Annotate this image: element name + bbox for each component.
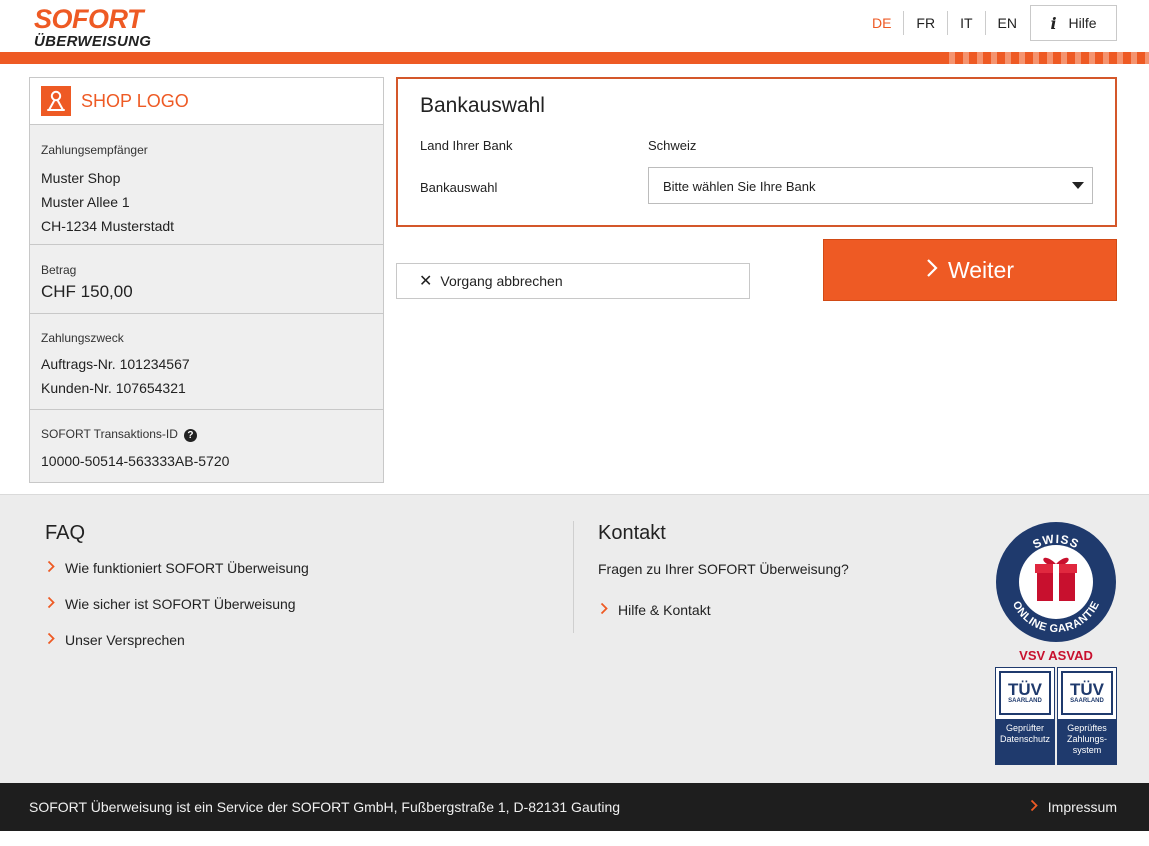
chevron-right-icon: [47, 632, 55, 648]
payment-info-panel: SHOP LOGO Zahlungsempfänger Muster Shop …: [29, 77, 384, 483]
impressum-label: Impressum: [1047, 799, 1117, 815]
amount-section: Betrag CHF 150,00: [30, 245, 383, 314]
tuv-caption: Geprüfter Datenschutz: [996, 719, 1054, 764]
payee-street: Muster Allee 1: [41, 194, 130, 210]
shop-logo-icon: [41, 86, 71, 116]
header-accent-bar: [0, 52, 1149, 64]
payee-name: Muster Shop: [41, 170, 121, 186]
customer-number: Kunden-Nr. 107654321: [41, 380, 186, 396]
cancel-label: Vorgang abbrechen: [440, 273, 563, 289]
chevron-right-icon: [1030, 799, 1038, 815]
chevron-right-icon: [926, 257, 938, 284]
brand-sub: ÜBERWEISUNG: [34, 33, 152, 50]
bank-label: Bankauswahl: [420, 180, 498, 195]
tuv-sub: SAARLAND: [1008, 698, 1042, 704]
bank-selection-box: Bankauswahl Land Ihrer Bank Schweiz Bank…: [396, 77, 1117, 227]
country-label: Land Ihrer Bank: [420, 138, 513, 153]
sofort-logo[interactable]: SOFORT ÜBERWEISUNG: [34, 4, 174, 50]
transaction-id: 10000-50514-563333AB-5720: [41, 453, 230, 469]
footer-divider: [573, 521, 574, 633]
faq-link-label: Unser Versprechen: [65, 632, 185, 648]
brand-name: SOFORT: [34, 4, 144, 34]
transaction-section: SOFORT Transaktions-ID? 10000-50514-5633…: [30, 410, 383, 469]
contact-question: Fragen zu Ihrer SOFORT Überweisung?: [598, 561, 849, 577]
chevron-right-icon: [47, 596, 55, 612]
help-button[interactable]: i Hilfe: [1030, 5, 1117, 41]
lang-it[interactable]: IT: [948, 11, 986, 35]
header: SOFORT ÜBERWEISUNG DE FR IT EN i Hilfe: [0, 0, 1149, 52]
tuv-datenschutz-badge[interactable]: TÜV SAARLAND Geprüfter Datenschutz: [995, 667, 1055, 765]
faq-link-promise[interactable]: Unser Versprechen: [47, 632, 185, 648]
payee-label: Zahlungsempfänger: [41, 143, 148, 157]
swiss-online-garantie-badge[interactable]: SWISS ONLINE GARANTIE: [995, 521, 1117, 643]
transaction-label-text: SOFORT Transaktions-ID: [41, 427, 178, 441]
purpose-label: Zahlungszweck: [41, 331, 124, 345]
shop-logo-text: SHOP LOGO: [81, 90, 189, 111]
payee-city: CH-1234 Musterstadt: [41, 218, 175, 234]
contact-title: Kontakt: [598, 522, 666, 544]
tuv-logo: TÜV SAARLAND: [1061, 671, 1113, 715]
tuv-sub: SAARLAND: [1070, 698, 1104, 704]
contact-link[interactable]: Hilfe & Kontakt: [600, 602, 711, 618]
order-number: Auftrags-Nr. 101234567: [41, 356, 190, 372]
amount-value: CHF 150,00: [41, 282, 133, 301]
lang-de[interactable]: DE: [860, 11, 905, 35]
lang-fr[interactable]: FR: [904, 11, 949, 35]
footer: FAQ Wie funktioniert SOFORT Überweisung …: [0, 494, 1149, 783]
caret-down-icon: [1072, 182, 1084, 189]
faq-link-label: Wie funktioniert SOFORT Überweisung: [65, 560, 309, 576]
country-value: Schweiz: [648, 138, 697, 153]
bottom-bar: SOFORT Überweisung ist ein Service der S…: [0, 783, 1149, 831]
chevron-right-icon: [600, 602, 608, 618]
transaction-label: SOFORT Transaktions-ID?: [41, 427, 372, 442]
tuv-brand: TÜV: [1070, 680, 1104, 699]
impressum-link[interactable]: Impressum: [1030, 799, 1117, 815]
payee-section: Zahlungsempfänger Muster Shop Muster All…: [30, 125, 383, 245]
tuv-logo: TÜV SAARLAND: [999, 671, 1051, 715]
tuv-zahlungssystem-badge[interactable]: TÜV SAARLAND Geprüftes Zahlungs-system: [1057, 667, 1117, 765]
faq-link-security[interactable]: Wie sicher ist SOFORT Überweisung: [47, 596, 296, 612]
shop-logo-row: SHOP LOGO: [30, 78, 383, 125]
help-label: Hilfe: [1068, 15, 1097, 31]
next-label: Weiter: [947, 256, 1015, 283]
tuv-brand: TÜV: [1008, 680, 1042, 699]
info-icon: i: [1050, 13, 1057, 33]
chevron-right-icon: [47, 560, 55, 576]
next-button[interactable]: Weiter: [823, 239, 1117, 301]
close-icon: ✕: [419, 273, 433, 290]
lang-en[interactable]: EN: [986, 11, 1029, 35]
question-icon[interactable]: ?: [183, 429, 197, 442]
vsv-asvad-label: VSV ASVAD: [1019, 648, 1093, 663]
amount-label: Betrag: [41, 263, 77, 277]
language-switcher: DE FR IT EN: [860, 10, 1029, 36]
bank-select-value: Bitte wählen Sie Ihre Bank: [663, 179, 816, 194]
cancel-button[interactable]: ✕ Vorgang abbrechen: [396, 263, 750, 299]
faq-title: FAQ: [45, 522, 86, 544]
purpose-section: Zahlungszweck Auftrags-Nr. 101234567 Kun…: [30, 314, 383, 410]
bank-select[interactable]: Bitte wählen Sie Ihre Bank: [648, 167, 1093, 204]
bank-selection-title: Bankauswahl: [420, 94, 545, 117]
company-info: SOFORT Überweisung ist ein Service der S…: [29, 799, 621, 815]
tuv-caption: Geprüftes Zahlungs-system: [1058, 719, 1116, 764]
contact-link-label: Hilfe & Kontakt: [618, 602, 711, 618]
faq-link-label: Wie sicher ist SOFORT Überweisung: [65, 596, 296, 612]
faq-link-how[interactable]: Wie funktioniert SOFORT Überweisung: [47, 560, 309, 576]
